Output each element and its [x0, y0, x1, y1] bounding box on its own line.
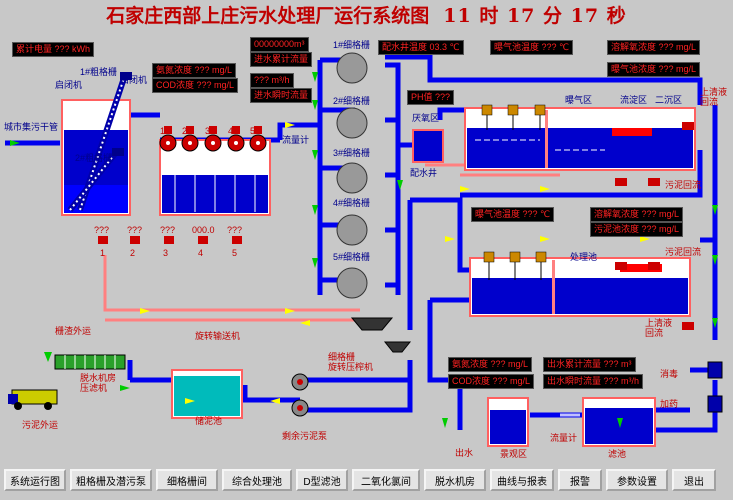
filter-press [54, 354, 126, 370]
dewater-room-label: 脱水机房 压滤机 [80, 373, 117, 393]
bottom-nav-bar: 系统运行图 粗格栅及潜污泵 细格栅间 综合处理池 D型滤池 二氧化氯间 脱水机房… [4, 469, 729, 493]
fine1-label: 1#细格栅 [333, 40, 371, 50]
do1-readout: 溶解氧浓度 ??? mg/L [607, 40, 701, 55]
nav-dewatering-room[interactable]: 脱水机房 [424, 469, 486, 491]
sludge-return2-label: 污泥回流 [665, 247, 702, 257]
pump-top-num-2: 2 [182, 126, 188, 136]
nav-fine-screen-room[interactable]: 细格栅间 [156, 469, 218, 491]
screenings-out-label: 栅渣外运 [55, 326, 92, 336]
screw-conveyor-label: 旋转输送机 [195, 331, 241, 341]
flow-total-label: 进水累计流量 [250, 52, 313, 67]
aeration-label: 曝气区 [565, 95, 593, 105]
disinfect-label: 消毒 [660, 369, 679, 379]
gate1-label: 启闭机 [55, 80, 83, 90]
pump-5-num: 5 [232, 248, 238, 258]
pump-2-value: ??? [127, 225, 143, 235]
ph-readout: PH值 ??? [407, 90, 455, 105]
nav-chlorine-dioxide[interactable]: 二氧化氯间 [352, 469, 420, 491]
nav-coarse-screen-pumps[interactable]: 粗格栅及潜污泵 [70, 469, 152, 491]
distribution-well [412, 129, 444, 163]
fine2-label: 2#细格栅 [333, 96, 371, 106]
pump-top-num-5: 5 [250, 126, 256, 136]
coarse1-label: 1#粗格栅 [80, 67, 118, 77]
pump-3-value: ??? [160, 225, 176, 235]
sewer-main-label: 城市集污干管 [4, 122, 59, 132]
nav-alarms[interactable]: 报警 [558, 469, 602, 491]
pump-1-num: 1 [100, 248, 106, 258]
dosing-label: 加药 [660, 399, 679, 409]
nav-system-overview[interactable]: 系统运行图 [4, 469, 66, 491]
return-clear1-label: 上清液 回流 [700, 87, 728, 107]
mlss2-readout: 污泥池浓度 ??? mg/L [590, 222, 684, 237]
energy-readout: 累计电量 ??? kWh [12, 42, 95, 57]
outlet-label: 出水 [455, 448, 474, 458]
mlss1-readout: 曝气池浓度 ??? mg/L [607, 62, 701, 77]
nav-curves-reports[interactable]: 曲线与报表 [490, 469, 554, 491]
flow-total-readout: 00000000m³ [250, 37, 309, 52]
flow-rate-readout: ??? m³/h [250, 73, 294, 88]
flowmeter2-label: 流量计 [550, 433, 578, 443]
ammonia-in-readout: 氨氮浓度 ??? mg/L [152, 63, 237, 78]
filter-pool-label: 滤池 [608, 449, 627, 459]
excess-pump-label: 剩余污泥泵 [282, 431, 328, 441]
nav-d-filter[interactable]: D型滤池 [296, 469, 348, 491]
nav-exit[interactable]: 退出 [672, 469, 716, 491]
anoxic-label: 厌氧区 [412, 113, 440, 123]
nav-parameters[interactable]: 参数设置 [606, 469, 668, 491]
pump-4-value: 000.0 [192, 225, 215, 235]
ammonia-out-readout: 氨氮浓度 ??? mg/L [448, 357, 533, 372]
cod-out-readout: COD浓度 ??? mg/L [448, 374, 535, 389]
clock: 11 时 17 分 17 秒 [443, 4, 627, 27]
cod-in-readout: COD浓度 ??? mg/L [152, 78, 239, 93]
treatment-pool-label: 处理池 [570, 252, 598, 262]
scenic-pool [487, 397, 529, 447]
sludge-out-label: 污泥外运 [22, 420, 59, 430]
pump-top-num-3: 3 [205, 126, 211, 136]
do2-readout: 溶解氧浓度 ??? mg/L [590, 207, 684, 222]
pump-3-num: 3 [163, 248, 169, 258]
aeration-temp1-readout: 曝气池温度 ??? ℃ [490, 40, 574, 55]
distrib-well-label: 配水井 [410, 168, 438, 178]
pump-top-num-1: 1 [160, 126, 166, 136]
fine-screen-press-label: 细格栅 旋转压榨机 [328, 352, 374, 372]
pump-top-num-4: 4 [228, 126, 234, 136]
return-clear2-label: 上清液 回流 [645, 318, 673, 338]
pump-1-value: ??? [94, 225, 110, 235]
settle2-label: 二沉区 [655, 95, 683, 105]
scenic-pool-label: 景观区 [500, 449, 528, 459]
title-bar: 石家庄西部上庄污水处理厂运行系统图 11 时 17 分 17 秒 [0, 0, 733, 28]
fine5-label: 5#细格栅 [333, 252, 371, 262]
fine4-label: 4#细格栅 [333, 198, 371, 208]
nav-integrated-tank[interactable]: 综合处理池 [222, 469, 292, 491]
effluent-total-readout: 出水累计流量 ??? m³ [543, 357, 636, 372]
distrib-temp-readout: 配水井温度 03.3 ℃ [378, 40, 464, 55]
pump-5-value: ??? [227, 225, 243, 235]
pump-2-num: 2 [130, 248, 136, 258]
fine3-label: 3#细格栅 [333, 148, 371, 158]
flowmeter1-label: 流量计 [282, 135, 310, 145]
sludge-return1-label: 污泥回流 [665, 180, 702, 190]
page-title: 石家庄西部上庄污水处理厂运行系统图 [106, 4, 430, 27]
sludge-storage-tank [171, 369, 243, 419]
pump-4-num: 4 [198, 248, 204, 258]
aeration-basin-1 [464, 107, 696, 171]
gate2-label: 启闭机 [120, 75, 148, 85]
effluent-rate-readout: 出水瞬时流量 ??? m³/h [543, 374, 644, 389]
flow-rate-label: 进水瞬时流量 [250, 88, 313, 103]
storage-tank-label: 储泥池 [195, 416, 223, 426]
flow-zone-label: 流淀区 [620, 95, 648, 105]
aeration-temp2-readout: 曝气池温度 ??? ℃ [471, 207, 555, 222]
coarse2-label: 2#粗格栅 [75, 153, 113, 163]
